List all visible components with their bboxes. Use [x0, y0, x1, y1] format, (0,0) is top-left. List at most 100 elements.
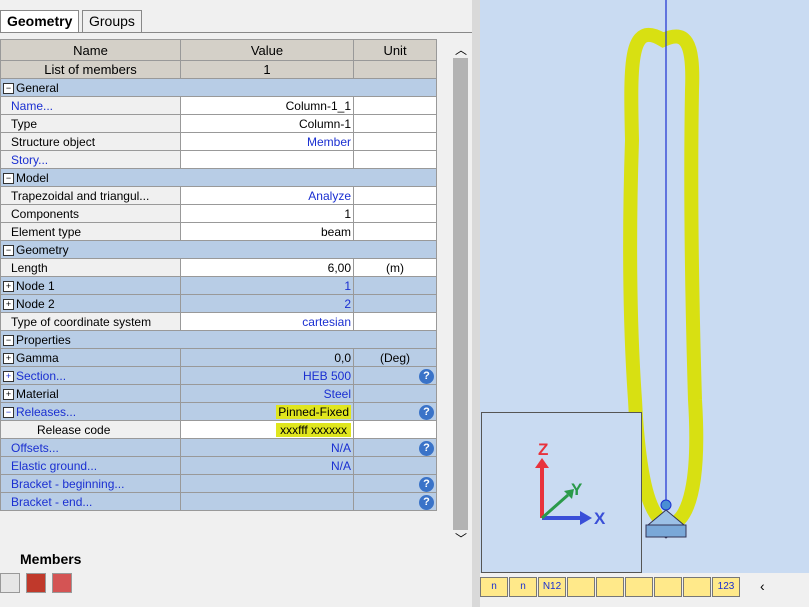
section-shape-button[interactable]: [567, 577, 595, 597]
prop-node1-value[interactable]: 1: [180, 276, 354, 295]
offsets-button[interactable]: [683, 577, 711, 597]
prop-material-label[interactable]: + Material: [0, 384, 181, 403]
prop-section-label[interactable]: + Section...: [0, 366, 181, 385]
section-names-button[interactable]: N12: [538, 577, 566, 597]
z-label: Z: [538, 440, 548, 459]
support-base: [645, 524, 687, 538]
x-arrow-icon: [580, 511, 592, 525]
scroll-up-icon[interactable]: ︿: [455, 41, 467, 58]
prop-gamma-value[interactable]: 0,0: [180, 348, 354, 367]
prop-trapezoidal-label: Trapezoidal and triangul...: [0, 186, 181, 205]
list-of-members-value: 1: [180, 60, 354, 79]
prop-length-unit: (m): [353, 258, 437, 277]
expand-icon[interactable]: +: [3, 388, 14, 400]
prop-trapezoidal-value[interactable]: Analyze: [180, 186, 354, 205]
expand-icon[interactable]: +: [3, 370, 14, 382]
prop-story-label[interactable]: Story...: [0, 150, 181, 169]
prop-bracket-end-label[interactable]: Bracket - end...: [0, 492, 181, 511]
y-axis: [541, 493, 569, 520]
help-icon[interactable]: ?: [419, 368, 434, 384]
prop-components-label: Components: [0, 204, 181, 223]
prop-release-code-value[interactable]: xxxfff xxxxxx: [180, 420, 354, 439]
expand-icon[interactable]: +: [3, 280, 14, 292]
prop-node1-label[interactable]: + Node 1: [0, 276, 181, 295]
panels-button[interactable]: [654, 577, 682, 597]
scroll-down-icon[interactable]: ﹀: [455, 530, 467, 547]
prop-gamma-label[interactable]: + Gamma: [0, 348, 181, 367]
section-model[interactable]: − Model: [0, 168, 437, 187]
prop-offsets-value[interactable]: N/A: [180, 438, 354, 457]
members-tab-label[interactable]: Members: [20, 551, 81, 567]
prop-structure-object-value[interactable]: Member: [180, 132, 354, 151]
help-icon[interactable]: ?: [419, 494, 434, 510]
prop-coordinate-system-value[interactable]: cartesian: [180, 312, 354, 331]
prop-element-type-label: Element type: [0, 222, 181, 241]
prop-release-code-label: Release code: [0, 420, 181, 439]
releases-highlight: Pinned-Fixed: [276, 404, 351, 419]
tab-members[interactable]: Members: [0, 549, 100, 569]
prop-section-value[interactable]: HEB 500: [180, 366, 354, 385]
member-numbers-button[interactable]: n: [509, 577, 537, 597]
section-icon[interactable]: [52, 573, 72, 593]
collapse-icon[interactable]: −: [3, 244, 14, 256]
release-code-highlight: xxxfff xxxxxx: [276, 422, 351, 437]
prop-coordinate-system-label: Type of coordinate system: [0, 312, 181, 331]
prop-gamma-unit: (Deg): [353, 348, 437, 367]
prop-elastic-ground-label[interactable]: Elastic ground...: [0, 456, 181, 475]
prop-bracket-beginning-value[interactable]: [180, 474, 354, 493]
node-numbers-button[interactable]: n: [480, 577, 508, 597]
values-button[interactable]: 123: [712, 577, 740, 597]
section-geometry[interactable]: − Geometry: [0, 240, 437, 259]
y-label: Y: [571, 480, 583, 499]
prop-story-value[interactable]: [180, 150, 354, 169]
collapse-icon[interactable]: −: [3, 334, 14, 346]
prop-length-value[interactable]: 6,00: [180, 258, 354, 277]
bottom-toolbar: [0, 573, 80, 595]
list-icon[interactable]: [0, 573, 20, 593]
prop-releases-value[interactable]: Pinned-Fixed: [180, 402, 354, 421]
column-header-value[interactable]: Value: [180, 39, 354, 61]
prop-components-value[interactable]: 1: [180, 204, 354, 223]
splitter[interactable]: [472, 0, 480, 607]
column-header-unit[interactable]: Unit: [353, 39, 437, 61]
supports-button[interactable]: [625, 577, 653, 597]
section-properties[interactable]: − Properties: [0, 330, 437, 349]
list-of-members-label: List of members: [0, 60, 181, 79]
prop-bracket-end-value[interactable]: [180, 492, 354, 511]
help-icon[interactable]: ?: [419, 404, 434, 420]
tab-groups[interactable]: Groups: [82, 10, 142, 32]
collapse-icon[interactable]: −: [3, 82, 14, 94]
tab-bar: Geometry Groups: [0, 10, 472, 33]
tab-geometry[interactable]: Geometry: [0, 10, 80, 32]
help-icon[interactable]: ?: [419, 440, 434, 456]
prop-bracket-beginning-label[interactable]: Bracket - beginning...: [0, 474, 181, 493]
member-icon[interactable]: [26, 573, 46, 593]
prop-node2-value[interactable]: 2: [180, 294, 354, 313]
help-icon[interactable]: ?: [419, 476, 434, 492]
prop-elastic-ground-value[interactable]: N/A: [180, 456, 354, 475]
scrollbar-thumb[interactable]: [453, 58, 468, 530]
section-general[interactable]: − General: [0, 78, 437, 97]
expand-icon[interactable]: +: [3, 298, 14, 310]
prop-type-value[interactable]: Column-1: [180, 114, 354, 133]
prop-material-value[interactable]: Steel: [180, 384, 354, 403]
node-icon[interactable]: [660, 499, 672, 511]
loads-button[interactable]: [596, 577, 624, 597]
expand-icon[interactable]: +: [3, 352, 14, 364]
prop-type-label: Type: [0, 114, 181, 133]
prop-name-value[interactable]: Column-1_1: [180, 96, 354, 115]
axes-widget: Z Y X: [481, 412, 642, 573]
property-grid: Name Value Unit List of members 1 − Gener…: [0, 39, 437, 511]
column-header-name[interactable]: Name: [0, 39, 181, 61]
x-label: X: [594, 509, 606, 528]
prop-structure-object-label: Structure object: [0, 132, 181, 151]
prop-releases-label[interactable]: − Releases...: [0, 402, 181, 421]
chevron-left-icon[interactable]: ‹: [760, 578, 765, 594]
prop-element-type-value[interactable]: beam: [180, 222, 354, 241]
prop-offsets-label[interactable]: Offsets...: [0, 438, 181, 457]
z-arrow-icon: [535, 458, 549, 468]
prop-node2-label[interactable]: + Node 2: [0, 294, 181, 313]
collapse-icon[interactable]: −: [3, 406, 14, 418]
collapse-icon[interactable]: −: [3, 172, 14, 184]
prop-name-label[interactable]: Name...: [0, 96, 181, 115]
